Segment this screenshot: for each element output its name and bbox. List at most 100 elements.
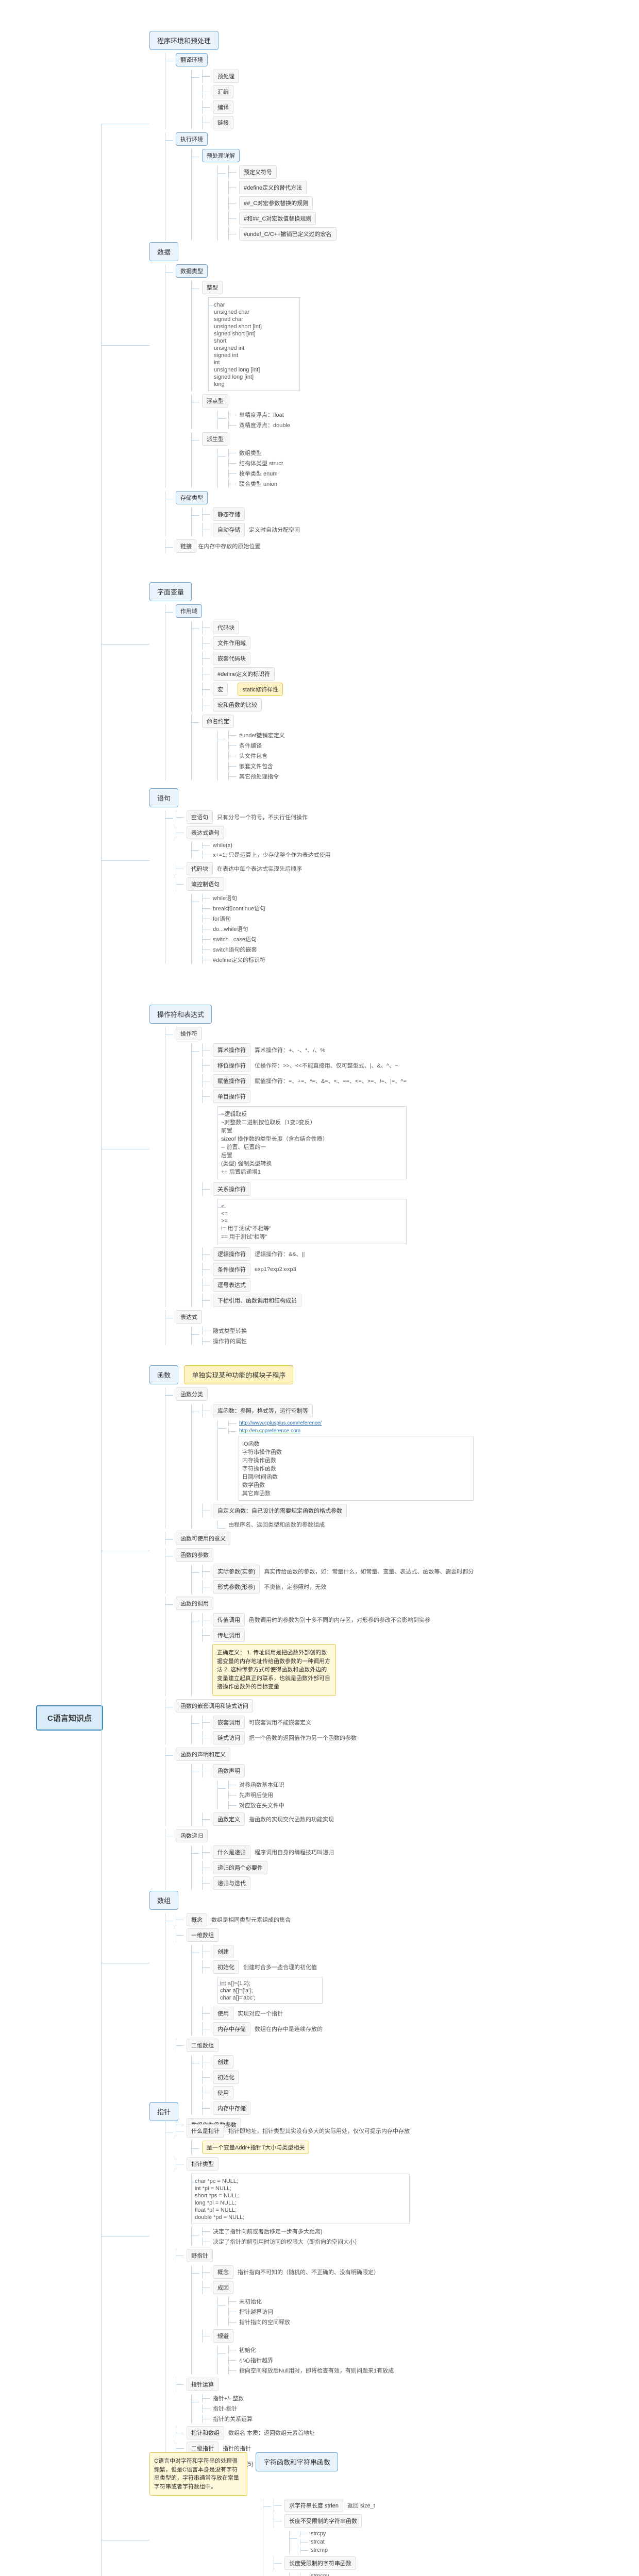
b6t1: 函数分类 (176, 1387, 208, 1401)
b2lnkd: 在内存中存放的原始位置 (198, 542, 260, 550)
b2c1: 数据类型 (176, 264, 208, 278)
b1c2t: 预处理详解 (202, 149, 240, 162)
n-b1c2: 执行环境 (176, 132, 208, 146)
b5a2: 移位操作符 (213, 1059, 250, 1072)
b6p1d: 真实传给函数的参数，如：常量什么，如常量、变量、表达式、函数等、需要时都分 (264, 1567, 474, 1575)
b5a2d: 位操作符：>>、<<不能直接用、仅可整型式、|、&、^、~ (255, 1061, 398, 1070)
b8t1hl: 是一个变量Addr+指针T大小与类型相关 (202, 2141, 309, 2154)
b5a4s3: sizeof 操作数的类型长度（含右结合性质） (221, 1134, 328, 1143)
b3s1: 文件作用域 (213, 636, 250, 650)
b5a8: 逗号表达式 (213, 1278, 250, 1292)
b7t2bd: 创建时合多一些合理的初化值 (243, 1963, 317, 1971)
b7t3c: 使用 (213, 2086, 233, 2099)
b5a4s2: 前置 (221, 1126, 232, 1134)
b8t2s4: float *pf = NULL; (195, 2207, 237, 2213)
b5a4s5: 后置 (221, 1151, 232, 1159)
n-b5: 操作符和表达式 (149, 1005, 212, 1024)
b4ctrl: 流控制语句 (187, 877, 224, 891)
b6link[interactable]: http://www.cplusplus.com/reference/ (239, 1420, 322, 1426)
b7in1: char a[]={'a'}; (220, 1988, 253, 1994)
root-node: C语言知识点 (36, 1705, 103, 1731)
b2i9: unsigned long [int] (214, 367, 260, 373)
b7t1: 概念 (187, 1913, 207, 1926)
b9t2s0: strcpy (311, 2531, 326, 2537)
b5a4s7: ++ 后置后递增1 (221, 1167, 261, 1176)
b3t1: 作用域 (176, 604, 202, 618)
b5a4s1: ~对整数二进制按位取反（1变0变反） (221, 1118, 316, 1126)
b2f1: 双精度浮点：double (239, 421, 290, 429)
b3s3: #define定义的标识符 (213, 667, 275, 681)
b4c1: break和continue语句 (213, 904, 265, 912)
b5cat: 操作符 (176, 1027, 202, 1040)
b6link2[interactable]: http://en.cppreference.com (239, 1428, 300, 1434)
b7in2: char a[]='abc'; (220, 1995, 255, 2001)
b7t3b: 初始化 (213, 2071, 239, 2084)
b1c1s3: 链接 (213, 116, 233, 129)
b3hl: static修饰样性 (238, 683, 283, 696)
b6lc3: 字符操作函数 (242, 1464, 276, 1472)
b3mct: 命名约定 (202, 715, 234, 728)
n-b3: 字面变量 (149, 582, 192, 601)
b2int-t: 整型 (202, 281, 223, 294)
b6n1d: 可嵌套调用不能嵌套定义 (249, 1718, 311, 1726)
n-b7: 数组 (149, 1891, 178, 1910)
b7t3: 二维数组 (187, 2039, 218, 2052)
b8t3b0: 未初始化 (239, 2297, 262, 2306)
b1c2i1: #define定义的替代方法 (239, 181, 307, 194)
b3m2: 头文件包含 (239, 752, 267, 760)
b7t2d: 内存中存储 (213, 2022, 250, 2036)
b9t2s2: strcmp (311, 2547, 328, 2553)
b5a5: 关系操作符 (213, 1182, 250, 1196)
b8t2d0: 决定了指针向前或者后移走一步有多大距离) (213, 2227, 323, 2235)
b6lc0: IO函数 (242, 1439, 260, 1448)
b1c2i0: 预定义符号 (239, 165, 277, 179)
b8t4s0: 指针+/- 整数 (213, 2394, 244, 2402)
b2d3: 联合类型 union (239, 480, 277, 488)
b3m1: 条件编译 (239, 741, 262, 750)
b6n2d: 把一个函数的返回值作为另一个函数的参数 (249, 1734, 357, 1742)
b6t5: 函数的嵌套调用和链式访问 (176, 1699, 253, 1713)
b4t1d: 只有分号一个符号，不执行任何操作 (217, 813, 308, 821)
b6c2d: 正确定义： 1. 传址调用是把函数外部创的数据变量的内存地址传给函数参数的一种调… (212, 1644, 336, 1696)
b2i4: signed short [int] (214, 331, 256, 337)
b1c2i4: #undef_C/C++撤销已定义过的宏名 (239, 227, 337, 241)
b4c6: #define定义的标识符 (213, 956, 265, 964)
b8t3: 野指针 (187, 2249, 213, 2262)
b9t2s1: strcat (311, 2539, 325, 2545)
b1c2i2: ##_C对宏参数替换的规则 (239, 196, 313, 210)
b6p2d: 不奥值，定参照时，无效 (264, 1583, 326, 1591)
b5ex1: 操作符的属性 (213, 1337, 247, 1345)
b2lnk: 链接 (176, 539, 196, 553)
b5a6: 逻辑操作符 (213, 1247, 250, 1261)
b5a6d: 逻辑操作符：&&、|| (255, 1250, 305, 1258)
b2drv: 派生型 (202, 432, 228, 446)
b6cus: 自定义函数：自己设计的需要规定函数的格式参数 (213, 1504, 347, 1517)
b8t5d: 数组名 本质：返回数组元素首地址 (228, 2429, 315, 2437)
b2i3: unsigned short [int] (214, 324, 262, 330)
b6lc1: 字符串操作函数 (242, 1448, 282, 1456)
b8t3b1: 指针越界访问 (239, 2308, 273, 2316)
b5a7d: exp1?exp2:exp3 (255, 1266, 296, 1273)
b2d2: 枚举类型 enum (239, 469, 278, 478)
b5a5d2: >= (221, 1218, 228, 1224)
b6d1s2: 对应放在头文件中 (239, 1801, 284, 1809)
b2i1: unsigned char (214, 309, 249, 315)
b6d1s1: 先声明后使用 (239, 1791, 273, 1799)
b5a4s0: ~逻辑取反 (221, 1110, 247, 1118)
b8t4: 指针运算 (187, 2378, 218, 2391)
b8t3c2: 指向空间释放后Null用时，即将检查有效，有则问题来1有放成 (239, 2366, 394, 2375)
b1c1s0: 预处理 (213, 70, 239, 83)
b4c2: for语句 (213, 914, 231, 923)
b6t2: 函数可使用的意义 (176, 1532, 230, 1545)
b2flt: 浮点型 (202, 394, 228, 408)
b2sc2d: 定义时自动分配空间 (249, 526, 300, 534)
b6t6: 函数的声明和定义 (176, 1748, 230, 1761)
b5ex: 表达式 (176, 1310, 202, 1324)
b1c1s1: 汇编 (213, 85, 233, 98)
b5a3: 赋值操作符 (213, 1074, 250, 1088)
b6hl: 单独实现某种功能的模块子程序 (184, 1365, 293, 1384)
b4t2s1: x+=1; 只是运算上，少存储整个作为表达式使用 (213, 851, 331, 859)
b6c1d: 函数调用时的参数为别十多不同的内存区，对形参的参改不会影响到实参 (249, 1616, 430, 1624)
n-b8: 指针 (149, 2102, 178, 2121)
b1c2i3: #和##_C对宏数值替换规则 (239, 212, 316, 225)
